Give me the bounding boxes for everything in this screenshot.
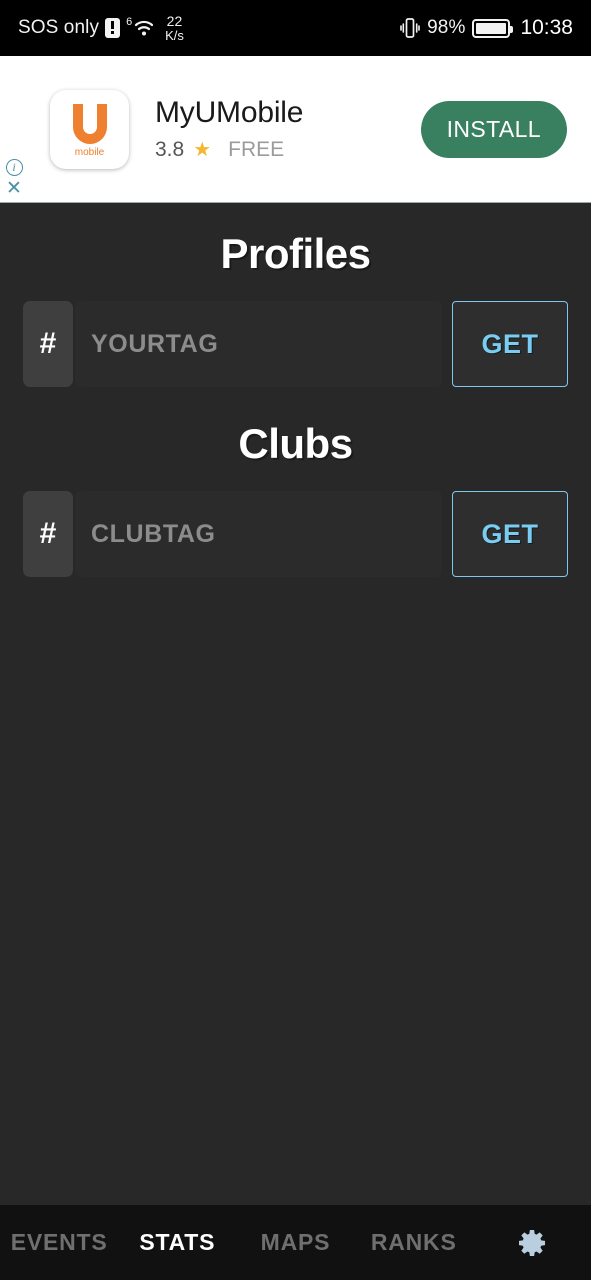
ad-subtitle: 3.8 ★ FREE [155, 137, 421, 162]
wifi-generation-label: 6 [126, 15, 133, 28]
vibrate-icon [400, 18, 420, 38]
info-icon[interactable]: i [5, 159, 23, 176]
ad-app-icon: mobile [50, 89, 129, 169]
network-speed: 22 K/s [165, 14, 184, 42]
nav-item-stats[interactable]: STATS [118, 1229, 236, 1256]
sim-warning-icon [105, 17, 121, 38]
nav-item-settings[interactable] [473, 1228, 591, 1258]
club-hash-prefix: # [23, 491, 74, 577]
wifi-arcs-icon [134, 20, 154, 36]
star-icon: ★ [193, 139, 212, 161]
ad-text-block: MyUMobile 3.8 ★ FREE [155, 96, 421, 162]
status-bar-right: 98% 10:38 [400, 16, 573, 40]
profile-hash-prefix: # [23, 301, 74, 387]
nav-item-maps[interactable]: MAPS [236, 1229, 354, 1256]
ad-app-title: MyUMobile [155, 96, 304, 129]
app-root: SOS only 6 22 K/s 98% 10:38 i ✕ mobile M… [0, 0, 591, 1280]
nav-item-events[interactable]: EVENTS [0, 1229, 118, 1256]
ad-price-label: FREE [228, 137, 285, 161]
profile-get-button[interactable]: GET [452, 301, 568, 387]
wifi-icon: 6 [126, 15, 156, 39]
profile-tag-row: # GET [23, 301, 568, 387]
clock-label: 10:38 [520, 16, 573, 39]
main-content: Profiles # GET Clubs # GET [0, 203, 591, 1205]
ad-app-icon-label: mobile [74, 147, 105, 158]
bottom-navigation: EVENTS STATS MAPS RANKS [0, 1205, 591, 1280]
nav-item-ranks[interactable]: RANKS [355, 1229, 473, 1256]
network-speed-unit: K/s [165, 27, 184, 43]
profile-tag-input[interactable] [75, 301, 443, 387]
network-speed-value: 22 [166, 13, 183, 30]
profiles-section-title: Profiles [220, 230, 371, 277]
status-bar-left: SOS only 6 22 K/s [18, 14, 184, 42]
carrier-label: SOS only [18, 16, 100, 38]
status-bar: SOS only 6 22 K/s 98% 10:38 [0, 0, 591, 56]
battery-icon [472, 18, 514, 38]
gear-icon [518, 1229, 545, 1256]
clubs-section-title: Clubs [238, 420, 353, 467]
club-get-button[interactable]: GET [452, 491, 568, 577]
ad-rating-value: 3.8 [155, 137, 185, 161]
close-icon[interactable]: ✕ [6, 179, 22, 198]
umobile-logo-icon [72, 104, 107, 144]
club-tag-input[interactable] [75, 491, 443, 577]
install-button[interactable]: INSTALL [420, 100, 567, 158]
ad-controls: i ✕ [0, 56, 28, 202]
club-tag-row: # GET [23, 491, 568, 577]
ad-banner[interactable]: i ✕ mobile MyUMobile 3.8 ★ FREE INSTALL [0, 56, 591, 203]
battery-percent-label: 98% [427, 17, 466, 38]
